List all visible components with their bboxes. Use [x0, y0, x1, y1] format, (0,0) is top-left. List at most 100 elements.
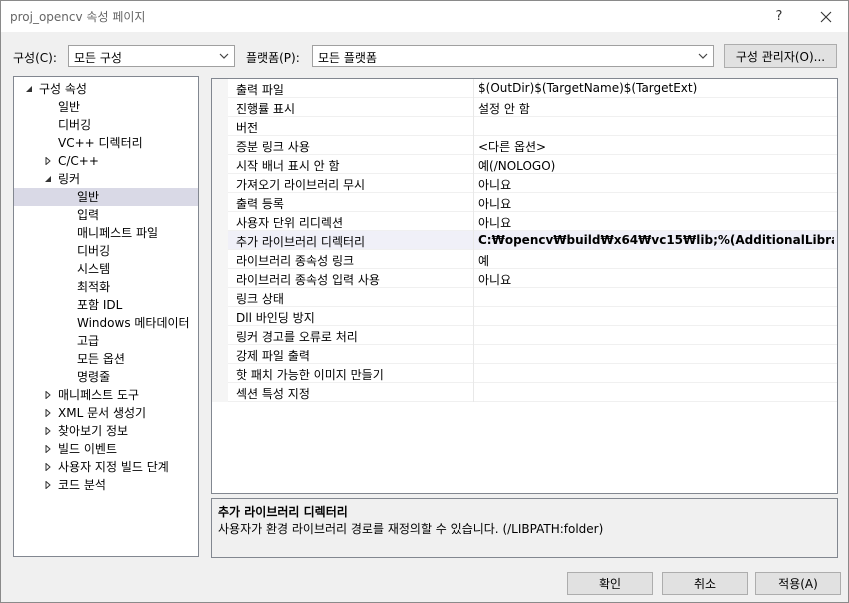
expanded-arrow-icon[interactable] — [24, 80, 34, 98]
row-gutter — [212, 364, 228, 383]
help-button[interactable]: ? — [760, 1, 798, 32]
collapsed-arrow-icon[interactable] — [43, 404, 53, 422]
tree-item-label: 매니페스트 도구 — [58, 388, 140, 402]
column-separator — [473, 288, 474, 307]
property-value[interactable]: 아니요 — [478, 195, 834, 212]
tree-item-label: 빌드 이벤트 — [58, 442, 118, 456]
tree-item[interactable]: 입력 — [14, 206, 198, 224]
tree-item-label: 사용자 지정 빌드 단계 — [58, 460, 169, 474]
property-name: 링커 경고를 오류로 처리 — [236, 330, 358, 344]
collapsed-arrow-icon[interactable] — [43, 152, 53, 170]
property-value[interactable]: 설정 안 함 — [478, 100, 834, 117]
property-row[interactable]: 추가 라이브러리 디렉터리 C:₩opencv₩build₩x64₩vc15₩li… — [212, 231, 837, 250]
property-name: 버전 — [236, 121, 259, 135]
property-row[interactable]: Dll 바인딩 방지 — [212, 307, 837, 326]
tree-item[interactable]: 최적화 — [14, 278, 198, 296]
tree-item[interactable]: Windows 메타데이터 — [14, 314, 198, 332]
tree-item[interactable]: 구성 속성 — [14, 80, 198, 98]
tree-item[interactable]: 매니페스트 파일 — [14, 224, 198, 242]
platform-dropdown[interactable]: 모든 플랫폼 — [312, 45, 714, 67]
property-row[interactable]: 가져오기 라이브러리 무시 아니요 — [212, 174, 837, 193]
config-dropdown[interactable]: 모든 구성 — [68, 45, 235, 67]
tree-item-label: 링커 — [58, 172, 81, 186]
property-name: 라이브러리 종속성 링크 — [236, 254, 355, 268]
tree-item-label: 코드 분석 — [58, 478, 106, 492]
tree-item-label: 최적화 — [77, 280, 111, 294]
collapsed-arrow-icon[interactable] — [43, 476, 53, 494]
tree-item[interactable]: 일반 — [14, 188, 198, 206]
column-separator — [473, 117, 474, 136]
property-row[interactable]: 라이브러리 종속성 입력 사용 아니요 — [212, 269, 837, 288]
property-name: 강제 파일 출력 — [236, 349, 310, 363]
column-separator — [473, 307, 474, 326]
collapsed-arrow-icon[interactable] — [43, 386, 53, 404]
property-row[interactable]: 링커 경고를 오류로 처리 — [212, 326, 837, 345]
row-gutter — [212, 326, 228, 345]
property-value[interactable]: <다른 옵션> — [478, 138, 834, 155]
tree-item-label: VC++ 디렉터리 — [58, 136, 143, 150]
column-separator — [473, 250, 474, 269]
row-gutter — [212, 212, 228, 231]
property-value[interactable]: 아니요 — [478, 214, 834, 231]
tree-item[interactable]: 매니페스트 도구 — [14, 386, 198, 404]
property-value[interactable]: 예(/NOLOGO) — [478, 157, 834, 174]
tree-item[interactable]: 디버깅 — [14, 116, 198, 134]
property-row[interactable]: 증분 링크 사용 <다른 옵션> — [212, 136, 837, 155]
tree-item[interactable]: 포함 IDL — [14, 296, 198, 314]
property-row[interactable]: 섹션 특성 지정 — [212, 383, 837, 402]
tree-item-label: 찾아보기 정보 — [58, 424, 129, 438]
property-row[interactable]: 진행률 표시 설정 안 함 — [212, 98, 837, 117]
tree-item[interactable]: C/C++ — [14, 152, 198, 170]
row-gutter — [212, 345, 228, 364]
tree-item-label: Windows 메타데이터 — [77, 316, 190, 330]
tree-item[interactable]: 사용자 지정 빌드 단계 — [14, 458, 198, 476]
property-value[interactable]: 예 — [478, 252, 834, 269]
tree-item-label: 입력 — [77, 208, 100, 222]
property-grid[interactable]: 출력 파일 $(OutDir)$(TargetName)$(TargetExt) 진… — [211, 78, 838, 494]
config-value: 모든 구성 — [74, 51, 122, 65]
tree-item[interactable]: 링커 — [14, 170, 198, 188]
property-row[interactable]: 링크 상태 — [212, 288, 837, 307]
property-row[interactable]: 라이브러리 종속성 링크 예 — [212, 250, 837, 269]
collapsed-arrow-icon[interactable] — [43, 422, 53, 440]
tree-item[interactable]: 빌드 이벤트 — [14, 440, 198, 458]
tree-item[interactable]: 일반 — [14, 98, 198, 116]
expanded-arrow-icon[interactable] — [43, 170, 53, 188]
tree-item[interactable]: 디버깅 — [14, 242, 198, 260]
tree-item[interactable]: 명령줄 — [14, 368, 198, 386]
property-value[interactable]: C:₩opencv₩build₩x64₩vc15₩lib;%(Additiona… — [478, 233, 834, 247]
chevron-down-icon — [219, 53, 229, 59]
tree-item[interactable]: 찾아보기 정보 — [14, 422, 198, 440]
tree-item[interactable]: 시스템 — [14, 260, 198, 278]
property-row[interactable]: 핫 패치 가능한 이미지 만들기 — [212, 364, 837, 383]
property-value[interactable]: 아니요 — [478, 271, 834, 288]
apply-button[interactable]: 적용(A) — [755, 572, 841, 595]
cancel-button[interactable]: 취소 — [662, 572, 748, 595]
property-row[interactable]: 버전 — [212, 117, 837, 136]
column-separator — [473, 136, 474, 155]
row-gutter — [212, 193, 228, 212]
collapsed-arrow-icon[interactable] — [43, 458, 53, 476]
tree-item[interactable]: XML 문서 생성기 — [14, 404, 198, 422]
collapsed-arrow-icon[interactable] — [43, 440, 53, 458]
tree-item-label: 포함 IDL — [77, 298, 123, 312]
tree-item[interactable]: 코드 분석 — [14, 476, 198, 494]
property-name: 출력 등록 — [236, 197, 284, 211]
property-row[interactable]: 출력 등록 아니요 — [212, 193, 837, 212]
property-row[interactable]: 사용자 단위 리디렉션 아니요 — [212, 212, 837, 231]
property-value[interactable]: 아니요 — [478, 176, 834, 193]
config-manager-button[interactable]: 구성 관리자(O)... — [724, 44, 837, 68]
row-gutter — [212, 79, 228, 98]
property-row[interactable]: 강제 파일 출력 — [212, 345, 837, 364]
property-row[interactable]: 출력 파일 $(OutDir)$(TargetName)$(TargetExt) — [212, 79, 837, 98]
tree-item[interactable]: VC++ 디렉터리 — [14, 134, 198, 152]
tree-item[interactable]: 모든 옵션 — [14, 350, 198, 368]
category-tree[interactable]: 구성 속성 일반 디버깅 VC++ 디렉터리 C/C++ 링커 일반 입력 매니페스트 파일 디버… — [13, 76, 199, 557]
property-row[interactable]: 시작 배너 표시 안 함 예(/NOLOGO) — [212, 155, 837, 174]
property-value[interactable]: $(OutDir)$(TargetName)$(TargetExt) — [478, 81, 834, 95]
platform-value: 모든 플랫폼 — [318, 51, 378, 65]
close-button[interactable] — [807, 1, 845, 32]
ok-button[interactable]: 확인 — [567, 572, 653, 595]
config-label: 구성(C): — [13, 51, 57, 65]
tree-item[interactable]: 고급 — [14, 332, 198, 350]
